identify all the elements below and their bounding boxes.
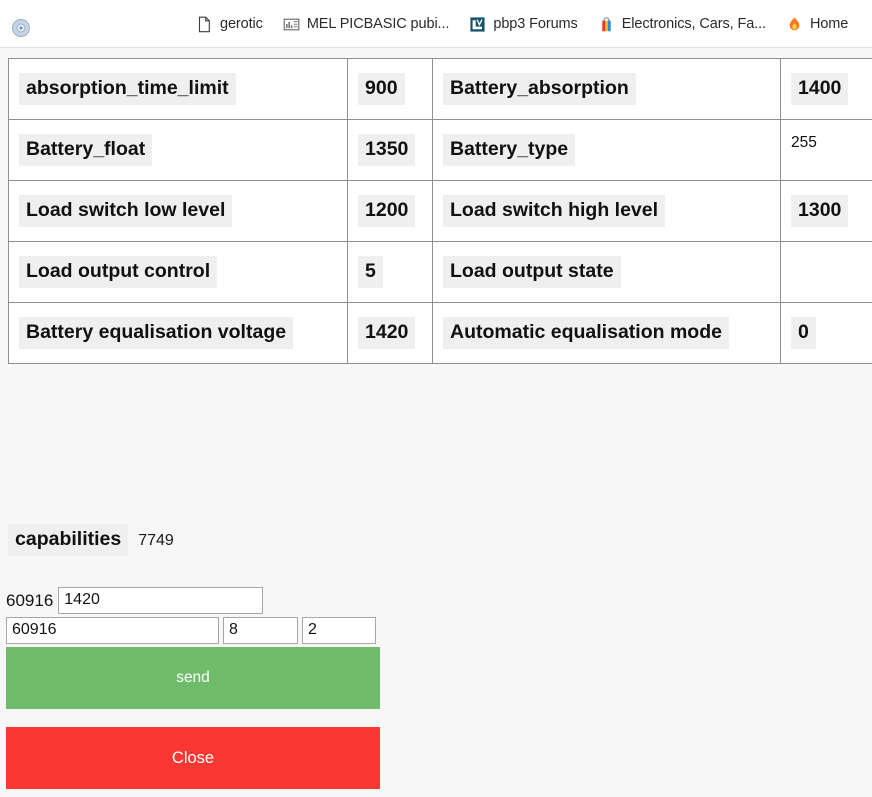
param-name-label: Automatic equalisation mode xyxy=(443,317,729,349)
bookmark-electronics-cars[interactable]: Electronics, Cars, Fa... xyxy=(588,12,776,37)
param-name-cell: Battery_absorption xyxy=(433,59,781,120)
param-name-cell: Load switch low level xyxy=(9,181,348,242)
table-row: Load switch low level 1200 Load switch h… xyxy=(9,181,872,242)
browser-chrome: gerotic MEL PICBASIC pubi... xyxy=(0,0,872,48)
send-button[interactable]: send xyxy=(6,647,380,709)
register-address-input[interactable] xyxy=(6,617,219,644)
document-icon xyxy=(196,16,213,33)
bookmark-pbp3-forums[interactable]: pbp3 Forums xyxy=(459,12,587,37)
param-value-cell: 900 xyxy=(348,59,433,120)
param-value-cell: 1350 xyxy=(348,120,433,181)
param-name-label: Load output state xyxy=(443,256,621,288)
param-value-label: 1400 xyxy=(791,73,848,105)
param-value-label: 900 xyxy=(358,73,405,105)
param-name-cell: Load output control xyxy=(9,242,348,303)
capabilities-label: capabilities xyxy=(8,524,128,556)
param-value-label: 5 xyxy=(358,256,383,288)
register-value-input[interactable] xyxy=(58,587,263,614)
param-name-label: Load output control xyxy=(19,256,217,288)
param-value-label: 1300 xyxy=(791,195,848,227)
param-value-label: 0 xyxy=(791,317,816,349)
param-value-cell: 5 xyxy=(348,242,433,303)
bookmark-label: MEL PICBASIC pubi... xyxy=(307,16,450,32)
register-type-input[interactable] xyxy=(302,617,376,644)
param-value-cell: 1400 xyxy=(781,59,872,120)
table-row: Battery_float 1350 Battery_type 255 xyxy=(9,120,872,181)
param-value-cell: 1200 xyxy=(348,181,433,242)
param-value-label: 255 xyxy=(791,134,817,151)
param-name-cell: Load output state xyxy=(433,242,781,303)
table-row: Battery equalisation voltage 1420 Automa… xyxy=(9,303,872,364)
param-name-cell: Battery_type xyxy=(433,120,781,181)
bookmark-label: Electronics, Cars, Fa... xyxy=(622,16,766,32)
param-value-cell: 1300 xyxy=(781,181,872,242)
param-name-label: Battery_type xyxy=(443,134,575,166)
capabilities-row: capabilities 7749 xyxy=(8,524,174,556)
disc-icon[interactable] xyxy=(11,18,31,38)
param-value-label: 1200 xyxy=(358,195,415,227)
register-form: 60916 send Close xyxy=(6,586,386,789)
param-name-cell: Battery_float xyxy=(9,120,348,181)
forum-icon xyxy=(469,16,486,33)
bookmark-label: gerotic xyxy=(220,16,263,32)
bookmark-home[interactable]: Home xyxy=(776,12,858,37)
shopping-bag-icon xyxy=(598,16,615,33)
register-count-input[interactable] xyxy=(223,617,298,644)
param-name-cell: absorption_time_limit xyxy=(9,59,348,120)
form-row-register-value: 60916 xyxy=(6,586,386,614)
table-row: absorption_time_limit 900 Battery_absorp… xyxy=(9,59,872,120)
table-row: Load output control 5 Load output state xyxy=(9,242,872,303)
param-name-label: Battery_float xyxy=(19,134,152,166)
register-number-label: 60916 xyxy=(6,592,58,609)
param-name-label: Load switch low level xyxy=(19,195,232,227)
flame-icon xyxy=(786,16,803,33)
page-content: absorption_time_limit 900 Battery_absorp… xyxy=(0,48,872,797)
form-row-address-count-type xyxy=(6,616,386,644)
spreadsheet-icon xyxy=(283,16,300,33)
param-value-cell: 1420 xyxy=(348,303,433,364)
capabilities-value: 7749 xyxy=(138,532,174,550)
param-value-cell: 0 xyxy=(781,303,872,364)
parameter-table: absorption_time_limit 900 Battery_absorp… xyxy=(8,58,872,364)
param-value-label: 1350 xyxy=(358,134,415,166)
bookmark-label: Home xyxy=(810,16,848,32)
param-value-cell-empty xyxy=(781,242,872,303)
close-button[interactable]: Close xyxy=(6,727,380,789)
bookmark-gerotic[interactable]: gerotic xyxy=(186,12,273,37)
param-name-label: absorption_time_limit xyxy=(19,73,236,105)
param-name-label: Battery_absorption xyxy=(443,73,636,105)
param-name-cell: Automatic equalisation mode xyxy=(433,303,781,364)
param-name-label: Battery equalisation voltage xyxy=(19,317,293,349)
bookmark-label: pbp3 Forums xyxy=(493,16,577,32)
bookmark-mel-picbasic[interactable]: MEL PICBASIC pubi... xyxy=(273,12,460,37)
param-name-label: Load switch high level xyxy=(443,195,665,227)
param-name-cell: Battery equalisation voltage xyxy=(9,303,348,364)
param-value-label: 1420 xyxy=(358,317,415,349)
bookmark-bar: gerotic MEL PICBASIC pubi... xyxy=(186,0,858,48)
param-value-cell: 255 xyxy=(781,120,872,181)
param-name-cell: Load switch high level xyxy=(433,181,781,242)
